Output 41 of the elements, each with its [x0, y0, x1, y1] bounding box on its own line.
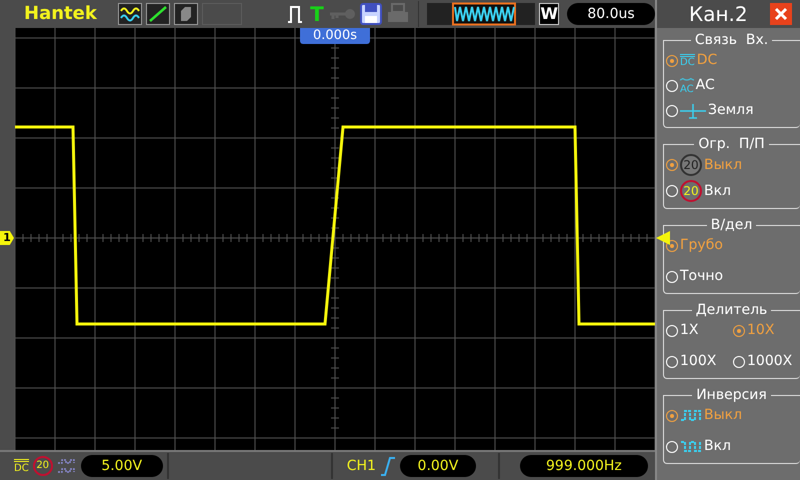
waveform-mode-icon[interactable]	[118, 3, 142, 25]
group-title: Инверсия	[696, 387, 767, 403]
ground-icon	[680, 102, 706, 120]
bandwidth-limit-indicator: 20	[32, 456, 53, 476]
radio-option[interactable]: 100X	[666, 351, 733, 372]
close-icon[interactable]	[774, 7, 788, 22]
trigger-mark: T	[310, 3, 324, 25]
group-title: В/дел	[710, 217, 752, 233]
coupling-indicator: DC	[14, 458, 29, 474]
panel-title: Кан.2	[689, 1, 748, 28]
brand-logo: Hantek	[23, 2, 98, 26]
radio-option[interactable]: 1X	[666, 320, 733, 341]
waveform-overview-icon[interactable]	[427, 2, 536, 26]
persist-mode-icon[interactable]	[174, 3, 198, 25]
group-title: Делитель	[696, 302, 768, 318]
trigger-source-label: CH1	[346, 456, 376, 476]
radio-option[interactable]: Земля	[666, 100, 800, 121]
close-button[interactable]	[770, 3, 792, 25]
volts-per-div-readout: 5.00V	[80, 455, 163, 477]
trigger-level-readout: 0.00V	[400, 455, 476, 477]
bandwidth-limit-off-icon: 20	[680, 154, 702, 176]
zoom-button[interactable]: W	[539, 3, 560, 25]
bandwidth-limit-on-icon: 20	[680, 180, 702, 202]
trigger-level-icon[interactable]	[656, 231, 670, 245]
group-title: Связь Вх.	[694, 32, 768, 48]
radio-option[interactable]: 20 Вкл	[666, 180, 800, 202]
radio-option[interactable]: Вкл	[666, 436, 800, 457]
inverted-wave-icon	[680, 438, 702, 454]
frequency-readout: 999.000Hz	[520, 455, 648, 477]
radio-option[interactable]: 20 Выкл	[666, 154, 800, 176]
timebase-readout: 80.0us	[567, 3, 656, 25]
radio-option[interactable]: Точно	[666, 266, 800, 287]
trigger-time-marker[interactable]: 0.000s	[300, 28, 370, 44]
radio-option[interactable]: 1000X	[733, 351, 800, 372]
radio-option[interactable]: DC DC	[666, 50, 800, 71]
line-mode-icon[interactable]	[146, 3, 170, 25]
group-title: Огр. П/П	[698, 136, 765, 152]
rising-edge-icon	[380, 456, 396, 476]
invert-wave-icon	[56, 458, 77, 474]
ac-coupling-icon: AC	[680, 78, 694, 94]
normal-wave-icon	[680, 408, 702, 424]
